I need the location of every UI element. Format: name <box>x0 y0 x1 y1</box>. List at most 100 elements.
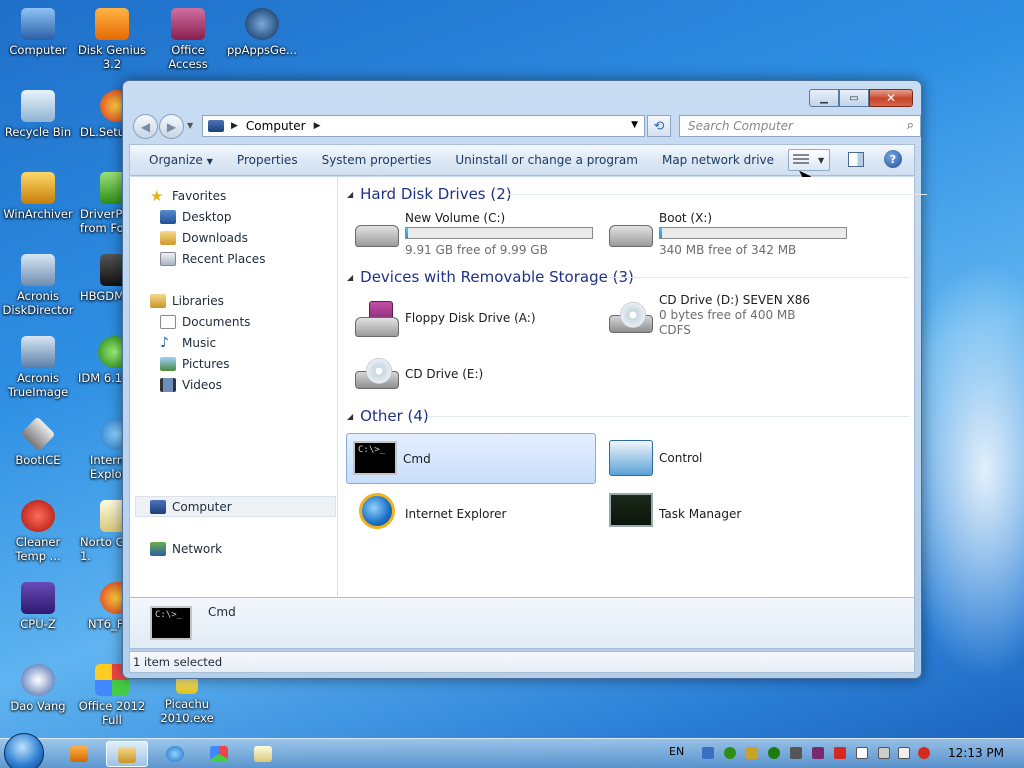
desktop-icon-ppappsgenius[interactable]: ppAppsGe... <box>224 8 300 57</box>
desktop-icon-office-access[interactable]: Office Access <box>150 8 226 71</box>
desktop-icon-cleaner-temp[interactable]: Cleaner Temp ... <box>0 500 76 563</box>
nav-favorites[interactable]: ★ Favorites <box>150 185 226 206</box>
tray-display-icon[interactable] <box>898 747 910 759</box>
cd-drive-d[interactable]: CD Drive (D:) SEVEN X86 0 bytes free of … <box>603 293 853 344</box>
desktop-icon-disk-genius[interactable]: Disk Genius 3.2 <box>74 8 150 71</box>
tray-flag-icon[interactable] <box>856 747 868 759</box>
cd-drive-icon <box>609 302 653 333</box>
desktop-icon-label: BootICE <box>15 453 61 467</box>
address-dropdown-icon[interactable]: ▼ <box>631 120 638 130</box>
tray-volume-muted-icon[interactable] <box>918 747 930 759</box>
drive-x[interactable]: Boot (X:) 340 MB free of 342 MB <box>603 211 853 262</box>
tray-usb-icon[interactable] <box>790 747 802 759</box>
nav-network[interactable]: Network <box>150 538 222 559</box>
desktop-icon-recycle-bin[interactable]: Recycle Bin <box>0 90 76 139</box>
cmd-icon: C:\>_ <box>150 606 192 640</box>
navigation-pane: ★ Favorites Desktop Downloads Recent Pla… <box>130 177 338 597</box>
recent-places-icon <box>160 251 176 266</box>
system-properties-button[interactable]: System properties <box>310 153 444 167</box>
desktop-icon-picachu[interactable]: Picachu 2010.exe <box>149 676 225 725</box>
details-item-name: Cmd <box>208 605 236 619</box>
taskbar-paint[interactable] <box>198 741 240 767</box>
music-icon: ♪ <box>160 334 169 351</box>
nav-music[interactable]: ♪ Music <box>160 332 216 353</box>
refresh-button[interactable]: ⟲ <box>647 115 671 137</box>
minimize-button[interactable]: ▁ <box>809 89 839 107</box>
desktop-icon-acronis-trueimage[interactable]: Acronis TrueImage <box>0 336 76 399</box>
back-button[interactable]: ◀ <box>133 114 158 139</box>
preview-pane-button[interactable] <box>848 152 864 167</box>
nav-libraries[interactable]: Libraries <box>150 290 224 311</box>
nav-documents[interactable]: Documents <box>160 311 250 332</box>
group-header-hard-disk-drives[interactable]: ◢ Hard Disk Drives (2) <box>347 185 927 203</box>
nav-downloads[interactable]: Downloads <box>160 227 248 248</box>
cd-drive-e[interactable]: CD Drive (E:) <box>349 349 599 400</box>
breadcrumb-arrow-icon[interactable]: ▶ <box>231 121 238 131</box>
group-header-removable-storage[interactable]: ◢ Devices with Removable Storage (3) <box>347 268 909 286</box>
bootice-icon <box>20 416 56 452</box>
item-internet-explorer[interactable]: Internet Explorer <box>349 489 599 540</box>
nav-videos[interactable]: Videos <box>160 374 222 395</box>
hard-drive-icon <box>609 225 653 247</box>
maximize-button[interactable]: ▭ <box>839 89 869 107</box>
search-icon[interactable]: ⌕ <box>907 118 914 133</box>
breadcrumb-arrow-icon[interactable]: ▶ <box>314 121 321 131</box>
desktop-icon-cpu-z[interactable]: CPU-Z <box>0 582 76 631</box>
desktop-icon-winarchiver[interactable]: WinArchiver <box>0 172 76 221</box>
taskbar-explorer[interactable] <box>106 741 148 767</box>
nav-computer[interactable]: Computer <box>135 496 336 517</box>
desktop-icon-label: Disk Genius 3.2 <box>77 43 147 71</box>
nav-label: Downloads <box>182 230 248 245</box>
tray-idm-icon[interactable] <box>768 747 780 759</box>
item-control[interactable]: Control <box>603 433 853 484</box>
forward-button[interactable]: ▶ <box>159 114 184 139</box>
drive-c[interactable]: New Volume (C:) 9.91 GB free of 9.99 GB <box>349 211 599 262</box>
tray-drive-icon[interactable] <box>746 747 758 759</box>
desktop-icon-label: Office Access <box>168 43 208 71</box>
cd-drive-icon <box>355 358 399 389</box>
control-panel-icon <box>609 440 653 476</box>
media-player-icon <box>70 746 88 762</box>
desktop-icon-computer[interactable]: Computer <box>0 8 76 57</box>
drive-usage-fill <box>660 228 662 238</box>
language-indicator[interactable]: EN <box>669 745 684 758</box>
address-bar[interactable]: ▶ Computer ▶ ▼ <box>202 115 645 137</box>
group-title: Devices with Removable Storage (3) <box>360 268 634 286</box>
disk-genius-icon <box>95 8 129 40</box>
taskbar-media-player[interactable] <box>58 741 100 767</box>
item-cmd[interactable]: C:\>_ Cmd <box>346 433 596 484</box>
taskbar-internet-explorer[interactable] <box>154 741 196 767</box>
recent-pages-dropdown[interactable]: ▼ <box>187 121 193 130</box>
breadcrumb-computer[interactable]: Computer <box>246 119 306 133</box>
tray-flag2-icon[interactable] <box>878 747 890 759</box>
tray-security-icon[interactable] <box>834 747 846 759</box>
nav-desktop[interactable]: Desktop <box>160 206 232 227</box>
taskbar-clock[interactable]: 12:13 PM <box>948 746 1004 760</box>
uninstall-program-button[interactable]: Uninstall or change a program <box>443 153 650 167</box>
desktop-icon-label: Acronis DiskDirector <box>2 289 74 317</box>
desktop-icon-bootice[interactable]: BootICE <box>0 416 76 467</box>
tray-app-icon[interactable] <box>812 747 824 759</box>
desktop-icon-acronis-diskdirector[interactable]: Acronis DiskDirector <box>0 254 76 317</box>
group-header-other[interactable]: ◢ Other (4) <box>347 407 910 425</box>
floppy-drive-a[interactable]: Floppy Disk Drive (A:) <box>349 293 599 344</box>
content-pane: ◢ Hard Disk Drives (2) New Volume (C:) 9… <box>339 177 927 597</box>
start-button[interactable] <box>4 733 44 768</box>
map-network-drive-button[interactable]: Map network drive <box>650 153 786 167</box>
nav-pictures[interactable]: Pictures <box>160 353 230 374</box>
desktop-icon-dao-vang[interactable]: Dao Vang <box>0 664 76 713</box>
desktop-icon-label: Computer <box>9 43 67 57</box>
taskbar-ghost[interactable] <box>242 741 284 767</box>
item-task-manager[interactable]: Task Manager <box>603 489 853 540</box>
tray-keyboard-icon[interactable] <box>702 747 714 759</box>
tray-network-icon[interactable] <box>724 747 736 759</box>
organize-button[interactable]: Organize ▼ <box>130 153 225 167</box>
nav-recent-places[interactable]: Recent Places <box>160 248 265 269</box>
close-button[interactable]: ✕ <box>869 89 913 107</box>
status-text: 1 item selected <box>133 655 223 669</box>
documents-icon <box>160 314 176 329</box>
computer-icon <box>150 499 166 514</box>
properties-button[interactable]: Properties <box>225 153 310 167</box>
search-input[interactable]: Search Computer ⌕ <box>679 115 921 137</box>
help-button[interactable]: ? <box>884 150 902 168</box>
